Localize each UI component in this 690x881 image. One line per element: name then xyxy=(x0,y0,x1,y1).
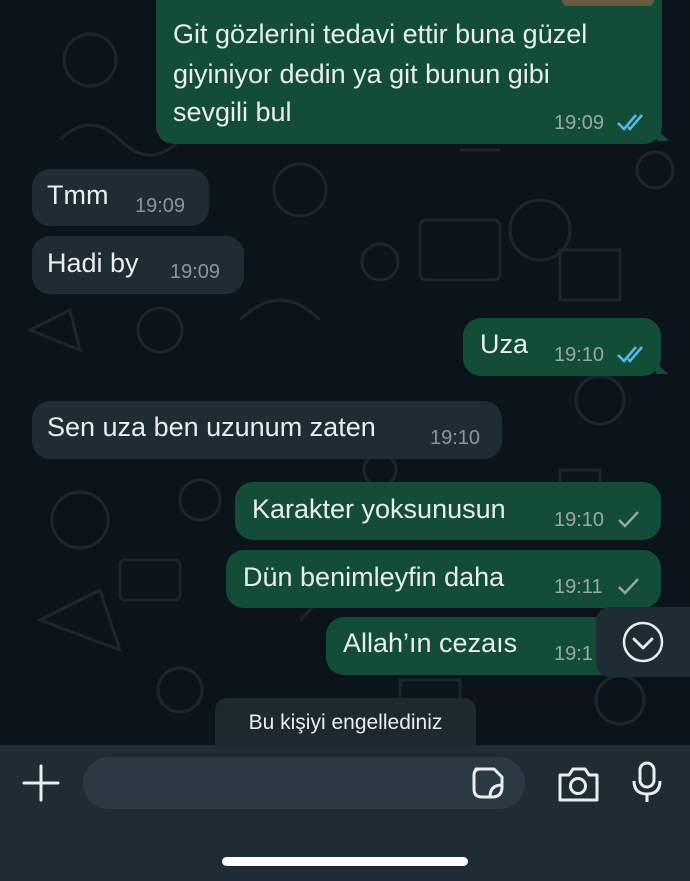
message-text: giyiniyor dedin ya git bunun gibi xyxy=(173,59,550,89)
bubble-tail xyxy=(657,129,669,141)
message-text: Uza xyxy=(480,329,529,359)
message-time: 19:09 xyxy=(135,195,186,217)
check-sent-icon xyxy=(618,511,639,528)
outgoing-message[interactable]: Dün benimleyfin daha 19:11 xyxy=(226,550,661,608)
incoming-message[interactable]: Hadi by 19:09 xyxy=(32,236,244,294)
message-input[interactable] xyxy=(83,757,525,809)
image-thumbnail-edge xyxy=(562,0,654,6)
message-time: 19:1 xyxy=(554,643,593,665)
sticker-icon[interactable] xyxy=(470,765,506,801)
scroll-to-bottom-button[interactable] xyxy=(596,607,690,677)
message-time: 19:11 xyxy=(554,576,603,598)
home-indicator xyxy=(222,857,468,866)
blocked-notice: Bu kişiyi engellediniz xyxy=(215,698,476,748)
outgoing-message[interactable]: Karakter yoksunusun 19:10 xyxy=(235,482,661,540)
message-time: 19:09 xyxy=(554,112,605,134)
double-check-read-icon xyxy=(617,346,643,363)
plus-icon[interactable] xyxy=(21,763,61,803)
incoming-message[interactable]: Sen uza ben uzunum zaten 19:10 xyxy=(32,401,502,459)
message-time: 19:10 xyxy=(430,427,481,449)
incoming-message[interactable]: Tmm 19:09 xyxy=(32,169,209,226)
message-text: Karakter yoksunusun xyxy=(252,494,506,524)
chevron-down-circle-icon xyxy=(622,621,664,663)
message-text: Sen uza ben uzunum zaten xyxy=(47,412,376,442)
bubble-tail xyxy=(656,362,668,374)
message-time: 19:10 xyxy=(554,344,605,366)
outgoing-message[interactable]: Git gözlerini tedavi ettir buna güzel gi… xyxy=(156,0,662,144)
camera-icon[interactable] xyxy=(556,765,600,803)
outgoing-message[interactable]: Uza 19:10 xyxy=(463,318,661,376)
message-time: 19:10 xyxy=(554,509,605,531)
check-sent-icon xyxy=(618,578,639,595)
message-text: Tmm xyxy=(47,180,109,210)
message-text: Hadi by xyxy=(47,248,139,278)
message-time: 19:09 xyxy=(170,261,221,283)
double-check-read-icon xyxy=(617,114,643,131)
message-text: Allah’ın cezaıs xyxy=(343,628,518,658)
message-text: Dün benimleyfin daha xyxy=(243,562,505,592)
message-text: Git gözlerini tedavi ettir buna güzel xyxy=(173,19,588,49)
microphone-icon[interactable] xyxy=(630,760,664,806)
message-text: sevgili bul xyxy=(173,97,292,127)
